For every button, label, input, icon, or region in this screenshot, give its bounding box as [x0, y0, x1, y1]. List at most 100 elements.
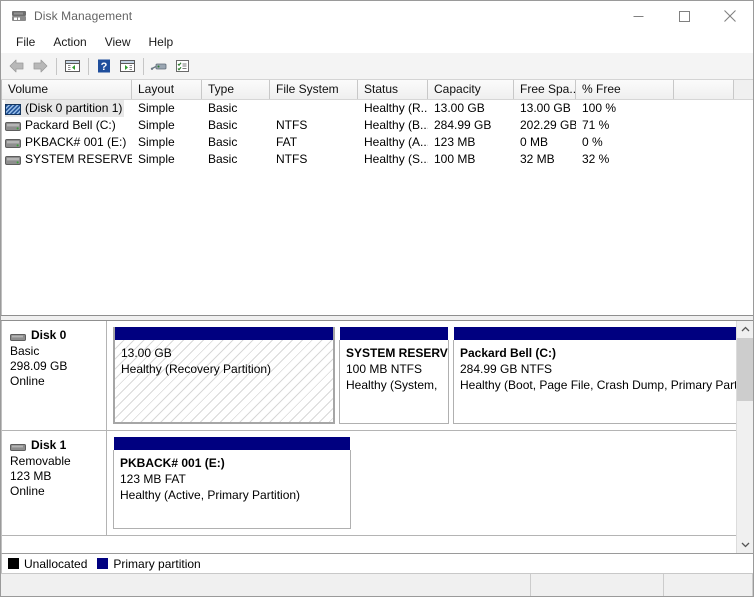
partition-color-bar: [113, 327, 335, 340]
menu-action[interactable]: Action: [44, 33, 95, 51]
disk-name: Disk 0: [31, 328, 66, 342]
cell-layout: Simple: [132, 100, 202, 117]
cell-type: Basic: [202, 151, 270, 168]
partition-block[interactable]: PKBACK# 001 (E:)123 MB FATHealthy (Activ…: [113, 437, 351, 529]
volume-name-cell: SYSTEM RESERVED: [5, 151, 132, 168]
cell-status: Healthy (B...: [358, 117, 428, 134]
graphical-view-scrollbar[interactable]: [736, 321, 753, 553]
maximize-button[interactable]: [661, 1, 707, 31]
cell-layout: Simple: [132, 151, 202, 168]
column-header-blank[interactable]: [674, 80, 734, 99]
volume-list-body: (Disk 0 partition 1)SimpleBasicHealthy (…: [2, 100, 753, 168]
partition-details: SYSTEM RESERV100 MB NTFSHealthy (System,: [339, 340, 449, 424]
cell-free-space: 13.00 GB: [514, 100, 576, 117]
disk-row: Disk 1Removable123 MBOnlinePKBACK# 001 (…: [2, 431, 736, 536]
partition-status: Healthy (Boot, Page File, Crash Dump, Pr…: [460, 377, 736, 393]
scrollbar-thumb[interactable]: [737, 338, 753, 401]
partition-name: SYSTEM RESERV: [346, 345, 442, 361]
rescan-disks-icon[interactable]: [148, 55, 170, 77]
column-header-capacity[interactable]: Capacity: [428, 80, 514, 99]
cell-file-system: FAT: [270, 134, 358, 151]
partition-status: Healthy (System,: [346, 377, 442, 393]
cell-free-space: 32 MB: [514, 151, 576, 168]
cell-capacity: 13.00 GB: [428, 100, 514, 117]
column-header-volume[interactable]: Volume: [2, 80, 132, 99]
chevron-up-icon[interactable]: [737, 321, 753, 338]
disk-icon: [10, 331, 26, 339]
window-controls: [615, 1, 753, 31]
back-icon[interactable]: [6, 55, 28, 77]
legend-item: Unallocated: [8, 557, 87, 571]
volume-row[interactable]: Packard Bell (C:)SimpleBasicNTFSHealthy …: [2, 117, 753, 134]
cell-percent-free: 32 %: [576, 151, 674, 168]
close-button[interactable]: [707, 1, 753, 31]
volume-label: PKBACK# 001 (E:): [25, 134, 126, 151]
disk-info-panel[interactable]: Disk 0Basic298.09 GBOnline: [2, 321, 107, 430]
toolbar-separator: [88, 58, 89, 75]
partition-status: Healthy (Active, Primary Partition): [120, 487, 344, 503]
partition-block[interactable]: SYSTEM RESERV100 MB NTFSHealthy (System,: [339, 327, 449, 424]
column-header-status[interactable]: Status: [358, 80, 428, 99]
volume-list[interactable]: VolumeLayoutTypeFile SystemStatusCapacit…: [1, 80, 753, 315]
disk-info-panel[interactable]: Disk 1Removable123 MBOnline: [2, 431, 107, 535]
disk-name: Disk 1: [31, 438, 66, 452]
legend-item: Primary partition: [97, 557, 200, 571]
partition-details: PKBACK# 001 (E:)123 MB FATHealthy (Activ…: [113, 450, 351, 529]
partition-status: Healthy (Recovery Partition): [121, 361, 327, 377]
partition-color-bar: [113, 437, 351, 450]
scrollbar-track[interactable]: [737, 338, 753, 536]
title-bar: Disk Management: [1, 1, 753, 31]
cell-layout: Simple: [132, 117, 202, 134]
chevron-down-icon[interactable]: [737, 536, 753, 553]
cell-status: Healthy (A...: [358, 134, 428, 151]
cell-file-system: NTFS: [270, 151, 358, 168]
column-header-free-spa[interactable]: Free Spa...: [514, 80, 576, 99]
disk-state: Online: [10, 484, 106, 499]
column-header-layout[interactable]: Layout: [132, 80, 202, 99]
legend-swatch: [8, 558, 19, 569]
cell-file-system: NTFS: [270, 117, 358, 134]
disk-title: Disk 1: [10, 438, 106, 452]
disk-state: Online: [10, 374, 106, 389]
cell-volume: (Disk 0 partition 1): [2, 100, 132, 117]
menu-bar: File Action View Help: [1, 31, 753, 53]
volume-list-header: VolumeLayoutTypeFile SystemStatusCapacit…: [2, 80, 753, 100]
minimize-button[interactable]: [615, 1, 661, 31]
properties-icon[interactable]: [171, 55, 193, 77]
disk-drive-icon: [11, 8, 27, 24]
cell-capacity: 100 MB: [428, 151, 514, 168]
menu-file[interactable]: File: [7, 33, 44, 51]
partition-block[interactable]: Packard Bell (C:)284.99 GB NTFSHealthy (…: [453, 327, 736, 424]
forward-icon[interactable]: [29, 55, 51, 77]
partition-name: Packard Bell (C:): [460, 345, 736, 361]
volume-row[interactable]: SYSTEM RESERVEDSimpleBasicNTFSHealthy (S…: [2, 151, 753, 168]
window-title: Disk Management: [34, 9, 132, 23]
show-hide-action-pane-icon[interactable]: [116, 55, 138, 77]
cell-type: Basic: [202, 100, 270, 117]
menu-view[interactable]: View: [96, 33, 140, 51]
volume-label: (Disk 0 partition 1): [25, 100, 122, 117]
legend-label: Primary partition: [113, 557, 200, 571]
column-header-free[interactable]: % Free: [576, 80, 674, 99]
cell-capacity: 284.99 GB: [428, 117, 514, 134]
volume-icon: [5, 154, 21, 165]
legend: Unallocated Primary partition: [1, 553, 753, 573]
menu-help[interactable]: Help: [140, 33, 183, 51]
column-header-file-system[interactable]: File System: [270, 80, 358, 99]
volume-label: Packard Bell (C:): [25, 117, 116, 134]
status-panel: [1, 574, 531, 596]
show-hide-console-tree-icon[interactable]: [61, 55, 83, 77]
disk-title: Disk 0: [10, 328, 106, 342]
disk-row: Disk 0Basic298.09 GBOnline13.00 GBHealth…: [2, 321, 736, 431]
column-header-type[interactable]: Type: [202, 80, 270, 99]
partition-size-fs: 284.99 GB NTFS: [460, 361, 736, 377]
volume-row[interactable]: PKBACK# 001 (E:)SimpleBasicFATHealthy (A…: [2, 134, 753, 151]
disk-type: Basic: [10, 344, 106, 359]
cell-type: Basic: [202, 134, 270, 151]
volume-row[interactable]: (Disk 0 partition 1)SimpleBasicHealthy (…: [2, 100, 753, 117]
partition-block[interactable]: 13.00 GBHealthy (Recovery Partition): [113, 327, 335, 424]
legend-label: Unallocated: [24, 557, 87, 571]
cell-percent-free: 71 %: [576, 117, 674, 134]
partition-strip: PKBACK# 001 (E:)123 MB FATHealthy (Activ…: [107, 431, 736, 535]
help-icon[interactable]: ?: [93, 55, 115, 77]
